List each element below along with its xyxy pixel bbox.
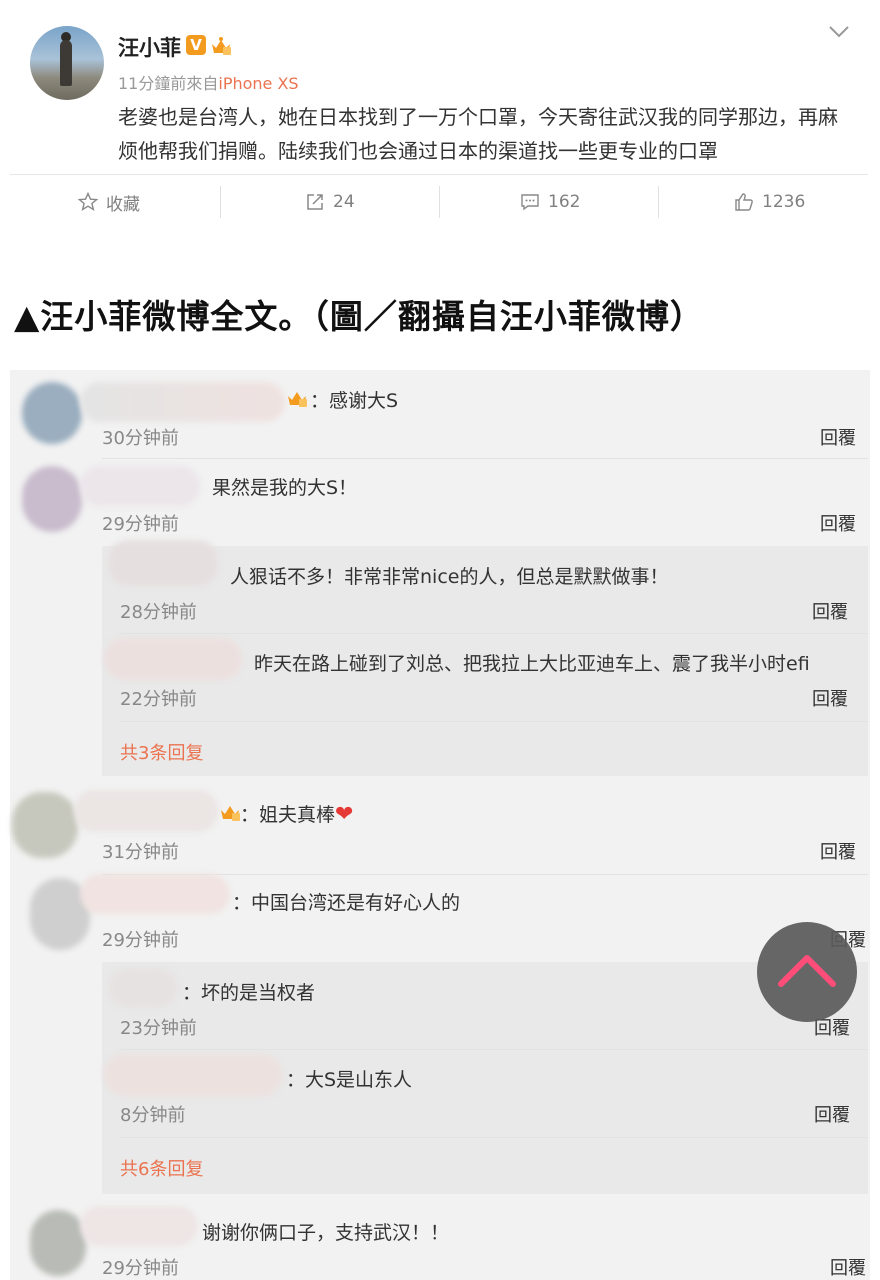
username-redacted[interactable] bbox=[80, 874, 230, 914]
crown-icon bbox=[212, 37, 231, 55]
crown-icon bbox=[221, 806, 240, 821]
comment-time: 30分钟前 bbox=[102, 428, 179, 449]
username-redacted[interactable] bbox=[108, 968, 178, 1008]
reply-time: 28分钟前 bbox=[120, 602, 197, 623]
divider bbox=[120, 633, 868, 634]
divider bbox=[120, 1137, 868, 1138]
comment-text-content: ：姐夫真棒 bbox=[240, 804, 336, 826]
chevron-down-icon[interactable] bbox=[828, 24, 850, 40]
username-redacted[interactable] bbox=[104, 1054, 282, 1096]
comment-text: 谢谢你俩口子，支持武汉！！ bbox=[202, 1222, 450, 1244]
like-button[interactable]: 1236 bbox=[734, 176, 805, 228]
reply-time: 8分钟前 bbox=[120, 1105, 186, 1126]
comment-time: 29分钟前 bbox=[102, 1258, 179, 1279]
divider bbox=[120, 721, 868, 722]
reply-text: 昨天在路上碰到了刘总、把我拉上大比亚迪车上、震了我半小时efi bbox=[254, 653, 810, 675]
avatar[interactable] bbox=[22, 382, 82, 444]
like-count: 1236 bbox=[762, 192, 806, 212]
reply-button[interactable]: 回覆 bbox=[820, 424, 856, 450]
reply-thread: ：坏的是当权者 23分钟前 回覆 ：大S是山东人 8分钟前 回覆 共6条回复 bbox=[102, 962, 868, 1194]
reply-thread: 人狠话不多！非常非常nice的人，但总是默默做事！ 28分钟前 回覆 昨天在路上… bbox=[102, 540, 868, 776]
avatar[interactable] bbox=[30, 1210, 86, 1276]
reply-time: 23分钟前 bbox=[120, 1018, 197, 1039]
reply-button[interactable]: 回覆 bbox=[830, 1254, 866, 1280]
comment-text: ：姐夫真棒❤ bbox=[240, 800, 353, 827]
repost-count: 24 bbox=[333, 192, 355, 212]
comment-time: 31分钟前 bbox=[102, 842, 179, 863]
comment-button[interactable]: 162 bbox=[520, 176, 580, 228]
comment-icon bbox=[521, 194, 539, 211]
comments-section: ：感谢大S 30分钟前 回覆 果然是我的大S！ 29分钟前 回覆 人狠话不多！非… bbox=[10, 370, 870, 1280]
crown-icon bbox=[288, 392, 307, 407]
action-separator bbox=[439, 186, 440, 218]
username-redacted[interactable] bbox=[108, 540, 218, 586]
comment-text: ：中国台湾还是有好心人的 bbox=[232, 892, 461, 914]
post-time: 11分鐘前來自 bbox=[118, 74, 219, 93]
reply-text: ：大S是山东人 bbox=[286, 1069, 413, 1091]
more-replies-link[interactable]: 共3条回复 bbox=[120, 739, 203, 765]
reply-time: 22分钟前 bbox=[120, 689, 197, 710]
scroll-to-top-button[interactable] bbox=[757, 922, 857, 1022]
divider bbox=[120, 1049, 868, 1050]
heart-icon: ❤ bbox=[335, 802, 354, 827]
reply-text: 人狠话不多！非常非常nice的人，但总是默默做事！ bbox=[230, 566, 669, 588]
avatar[interactable] bbox=[22, 466, 82, 532]
avatar[interactable] bbox=[30, 26, 104, 100]
reply-button[interactable]: 回覆 bbox=[812, 685, 848, 711]
repost-button[interactable]: 24 bbox=[305, 176, 355, 228]
username-redacted[interactable] bbox=[80, 1206, 198, 1246]
more-replies-link[interactable]: 共6条回复 bbox=[120, 1155, 203, 1181]
thumbs-up-icon bbox=[735, 193, 753, 211]
comment-text: ：感谢大S bbox=[310, 390, 399, 412]
favorite-label: 收藏 bbox=[106, 194, 140, 215]
reply-button[interactable]: 回覆 bbox=[820, 510, 856, 536]
weibo-post: 汪小菲 V 11分鐘前來自iPhone XS 老婆也是台湾人，她在日本找到了一万… bbox=[0, 0, 880, 240]
post-actions: 收藏 24 162 1236 bbox=[0, 176, 880, 228]
divider bbox=[102, 458, 868, 459]
star-icon bbox=[78, 192, 98, 211]
reply-text: ：坏的是当权者 bbox=[182, 982, 316, 1004]
favorite-button[interactable]: 收藏 bbox=[78, 176, 140, 228]
chevron-up-icon bbox=[778, 955, 836, 987]
post-meta: 11分鐘前來自iPhone XS bbox=[118, 70, 299, 94]
verified-icon: V bbox=[186, 35, 206, 55]
reply-button[interactable]: 回覆 bbox=[820, 838, 856, 864]
reply-button[interactable]: 回覆 bbox=[814, 1101, 850, 1127]
comment-time: 29分钟前 bbox=[102, 930, 179, 951]
action-separator bbox=[658, 186, 659, 218]
post-text: 老婆也是台湾人，她在日本找到了一万个口罩，今天寄往武汉我的同学那边，再麻烦他帮我… bbox=[118, 105, 838, 163]
username-redacted[interactable] bbox=[74, 790, 218, 832]
action-separator bbox=[220, 186, 221, 218]
username-redacted[interactable] bbox=[104, 638, 242, 680]
comment-count: 162 bbox=[548, 192, 581, 212]
divider bbox=[10, 174, 868, 175]
avatar-person-body bbox=[60, 40, 72, 86]
username-redacted[interactable] bbox=[80, 466, 200, 506]
comment-time: 29分钟前 bbox=[102, 514, 179, 535]
post-device[interactable]: iPhone XS bbox=[218, 74, 298, 93]
reply-button[interactable]: 回覆 bbox=[812, 598, 848, 624]
username[interactable]: 汪小菲 bbox=[118, 32, 181, 62]
image-caption: ▲汪小菲微博全文。（圖／翻攝自汪小菲微博） bbox=[14, 297, 704, 336]
repost-icon bbox=[307, 194, 323, 210]
avatar[interactable] bbox=[12, 792, 78, 858]
username-redacted[interactable] bbox=[80, 382, 285, 422]
comment-text: 果然是我的大S！ bbox=[212, 477, 358, 499]
